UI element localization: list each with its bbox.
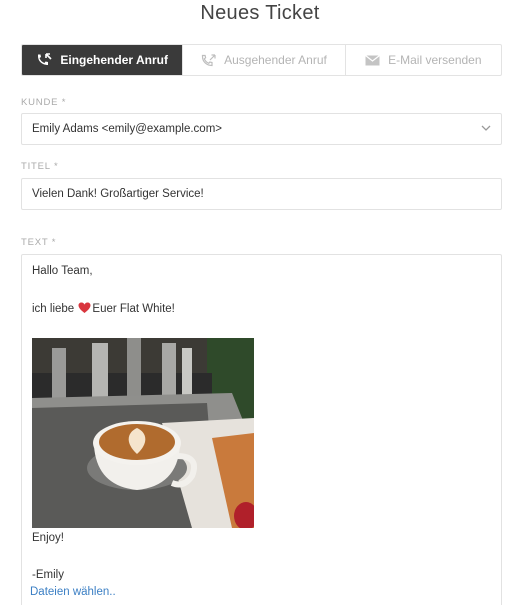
love-suffix: Euer Flat White! — [92, 303, 175, 315]
text-line-love: ich liebe Euer Flat White! — [32, 302, 175, 317]
text-line-greeting: Hallo Team, — [32, 265, 93, 277]
text-editor[interactable]: Hallo Team, ich liebe Euer Flat White! E… — [21, 254, 502, 605]
text-line-enjoy: Enjoy! — [32, 532, 64, 544]
choose-files-link[interactable]: Dateien wählen.. — [30, 586, 116, 598]
chevron-down-icon — [481, 123, 491, 136]
text-label: TEXT * — [21, 237, 57, 248]
incoming-call-icon — [36, 53, 52, 67]
text-line-signature: -Emily — [32, 569, 64, 581]
customer-select[interactable]: Emily Adams <emily@example.com> — [21, 113, 502, 145]
outgoing-call-icon — [201, 53, 216, 67]
title-label: TITEL * — [21, 161, 59, 172]
tab-outgoing-call[interactable]: Ausgehender Anruf — [183, 45, 346, 75]
tab-send-email[interactable]: E-Mail versenden — [346, 45, 501, 75]
tab-outgoing-call-label: Ausgehender Anruf — [224, 53, 327, 67]
tab-incoming-call[interactable]: Eingehender Anruf — [22, 45, 184, 75]
page-title: Neues Ticket — [200, 2, 320, 24]
tab-incoming-call-label: Eingehender Anruf — [60, 53, 168, 67]
title-value: Vielen Dank! Großartiger Service! — [32, 188, 204, 200]
tab-send-email-label: E-Mail versenden — [388, 53, 482, 67]
envelope-icon — [365, 54, 381, 66]
coffee-photo — [32, 338, 254, 528]
customer-value: Emily Adams <emily@example.com> — [32, 123, 222, 135]
heart-icon — [78, 302, 91, 317]
customer-label: KUNDE * — [21, 97, 67, 108]
ticket-type-tabs: Eingehender Anruf Ausgehender Anruf E-Ma… — [21, 44, 502, 76]
love-prefix: ich liebe — [32, 303, 75, 315]
title-input[interactable]: Vielen Dank! Großartiger Service! — [21, 178, 502, 210]
